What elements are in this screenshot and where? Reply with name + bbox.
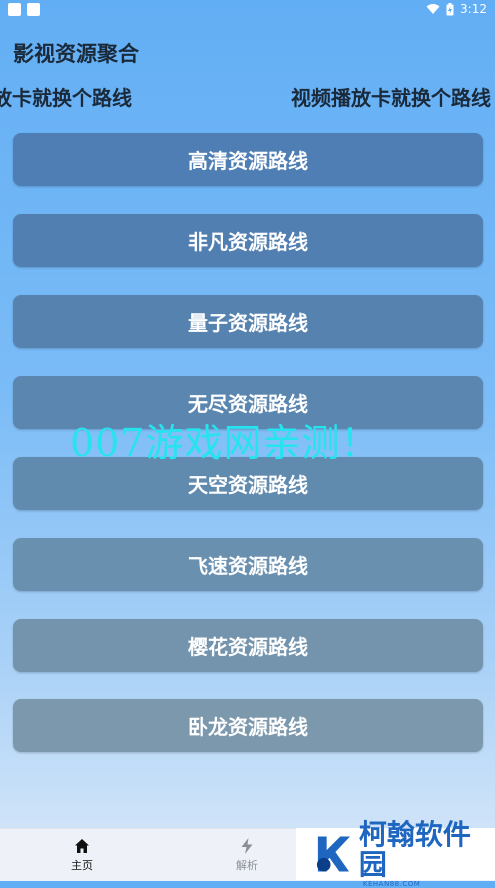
marquee-notice: 播放卡就换个路线 视频播放卡就换个路线: [0, 82, 495, 112]
route-button-gaoqing[interactable]: 高清资源路线: [13, 133, 483, 186]
route-button-label: 卧龙资源路线: [188, 715, 308, 739]
logo-domain: KEHAN88.COM: [362, 880, 421, 888]
status-bar: 3:12: [0, 0, 495, 20]
route-button-label: 樱花资源路线: [188, 635, 308, 659]
tab-parse-label: 解析: [236, 859, 258, 872]
tab-home-label: 主页: [71, 859, 93, 872]
route-button-wolong[interactable]: 卧龙资源路线: [13, 699, 483, 752]
site-logo: 柯翰软件园 KEHAN88.COM: [296, 820, 495, 888]
status-time: 3:12: [460, 2, 487, 16]
route-button-label: 天空资源路线: [188, 473, 308, 497]
page-title: 影视资源聚合: [13, 42, 139, 66]
route-button-label: 高清资源路线: [188, 149, 308, 173]
route-button-feisu[interactable]: 飞速资源路线: [13, 538, 483, 591]
notification-icon: [27, 3, 40, 16]
status-indicators: 3:12: [426, 2, 487, 16]
logo-k-icon: [316, 836, 350, 872]
route-button-liangzi[interactable]: 量子资源路线: [13, 295, 483, 348]
tab-parse[interactable]: 解析: [192, 829, 302, 881]
marquee-text: 播放卡就换个路线: [0, 86, 132, 110]
marquee-text: 视频播放卡就换个路线: [291, 86, 491, 110]
logo-name: 柯翰软件园: [358, 818, 471, 881]
route-button-label: 飞速资源路线: [188, 554, 308, 578]
watermark-text: 007游戏网亲测！: [70, 421, 380, 465]
lightning-icon: [241, 838, 253, 854]
wifi-icon: [426, 4, 440, 14]
battery-charging-icon: [446, 2, 454, 15]
notification-icon: [8, 3, 21, 16]
route-button-label: 量子资源路线: [188, 311, 308, 335]
home-icon: [75, 839, 89, 853]
route-button-feifan[interactable]: 非凡资源路线: [13, 214, 483, 267]
route-button-label: 非凡资源路线: [188, 230, 308, 254]
route-button-yinghua[interactable]: 樱花资源路线: [13, 619, 483, 672]
tab-home[interactable]: 主页: [27, 829, 137, 881]
